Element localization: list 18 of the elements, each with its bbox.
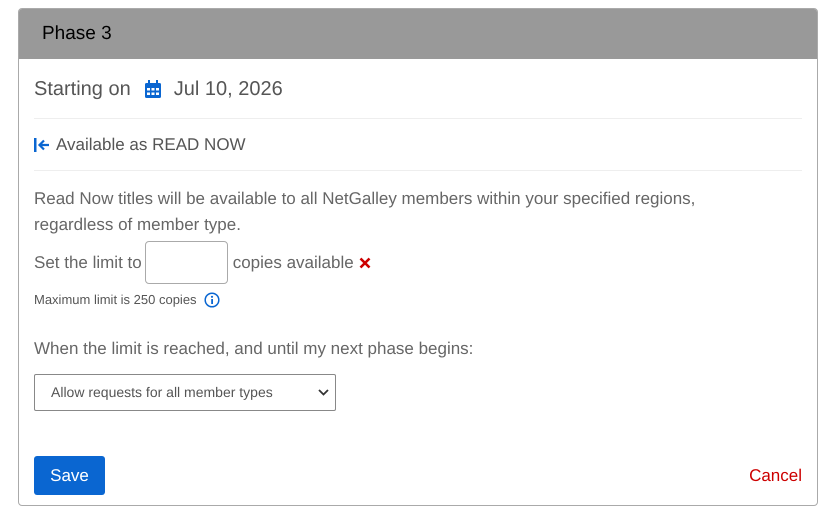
limit-reached-label: When the limit is reached, and until my next phase begins: [34, 338, 474, 360]
info-icon[interactable] [204, 292, 220, 308]
save-button[interactable]: Save [34, 456, 105, 495]
limit-prefix: Set the limit to [34, 252, 142, 274]
arrow-to-line-icon [34, 138, 50, 152]
calendar-icon [144, 80, 161, 98]
description-text: Read Now titles will be available to all NetGalley members within your specified regions, regardless of member type. [34, 188, 696, 236]
chevron-down-icon [318, 389, 329, 396]
availability-label: Available as READ NOW [56, 134, 246, 156]
panel-title: Phase 3 [42, 22, 112, 46]
limit-input-field[interactable] [144, 241, 228, 284]
member-type-dropdown[interactable]: Allow requests for all member types [34, 374, 336, 411]
cancel-link[interactable]: Cancel [749, 462, 802, 488]
close-icon[interactable] [358, 256, 371, 268]
limit-hint: Maximum limit is 250 copies [34, 291, 197, 309]
start-label: Starting on [34, 76, 131, 102]
start-date: Jul 10, 2026 [174, 76, 283, 102]
limit-suffix: copies available [232, 252, 354, 274]
